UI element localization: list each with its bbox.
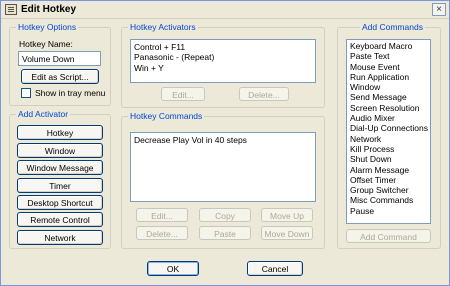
close-button[interactable]: × — [432, 3, 446, 16]
command-move-up-button[interactable]: Move Up — [261, 208, 313, 222]
hotkey-options-legend: Hotkey Options — [18, 22, 77, 32]
edit-as-script-button[interactable]: Edit as Script... — [21, 69, 99, 84]
list-item[interactable]: Misc Commands — [347, 195, 430, 205]
list-item[interactable]: Screen Resolution — [347, 103, 430, 113]
activator-window-button[interactable]: Window — [17, 143, 103, 158]
add-commands-list[interactable]: Keyboard Macro Paste Text Mouse Event Ru… — [346, 39, 431, 224]
commands-list[interactable]: Decrease Play Vol in 40 steps — [130, 132, 316, 202]
hotkey-app-icon — [5, 4, 17, 15]
command-copy-button[interactable]: Copy — [199, 208, 251, 222]
add-activator-legend: Add Activator — [18, 109, 69, 119]
list-item[interactable]: Dial-Up Connections — [347, 123, 430, 133]
add-command-button[interactable]: Add Command — [346, 229, 431, 243]
list-item[interactable]: Mouse Event — [347, 62, 430, 72]
list-item[interactable]: Keyboard Macro — [347, 41, 430, 51]
close-icon: × — [436, 4, 442, 15]
title-bar[interactable]: Edit Hotkey × — [1, 1, 449, 19]
list-item[interactable]: Group Switcher — [347, 185, 430, 195]
hotkey-commands-legend: Hotkey Commands — [130, 111, 203, 121]
show-in-tray-label: Show in tray menu — [35, 88, 106, 98]
show-in-tray-checkbox[interactable] — [21, 88, 31, 98]
list-item[interactable]: Run Application — [347, 72, 430, 82]
list-item[interactable]: Pause — [347, 206, 430, 216]
list-item[interactable]: Window — [347, 82, 430, 92]
ok-button[interactable]: OK — [147, 261, 199, 276]
activator-delete-button[interactable]: Delete... — [239, 87, 289, 101]
cancel-button[interactable]: Cancel — [247, 261, 303, 276]
window-title: Edit Hotkey — [21, 4, 77, 15]
activators-list[interactable]: Control + F11 Panasonic - (Repeat) Win +… — [130, 39, 316, 83]
list-item[interactable]: Alarm Message — [347, 165, 430, 175]
command-paste-button[interactable]: Paste — [199, 226, 251, 240]
edit-hotkey-dialog: Edit Hotkey × Hotkey Options Hotkey Name… — [0, 0, 450, 286]
activator-edit-button[interactable]: Edit... — [161, 87, 205, 101]
activator-network-button[interactable]: Network — [17, 230, 103, 245]
list-item[interactable]: Send Message — [347, 92, 430, 102]
activator-timer-button[interactable]: Timer — [17, 178, 103, 193]
list-item[interactable]: Control + F11 — [131, 42, 315, 52]
list-item[interactable]: Shut Down — [347, 154, 430, 164]
command-edit-button[interactable]: Edit... — [136, 208, 188, 222]
list-item[interactable]: Win + Y — [131, 63, 315, 73]
activator-hotkey-button[interactable]: Hotkey — [17, 125, 103, 140]
add-commands-legend: Add Commands — [362, 22, 423, 32]
list-item[interactable]: Kill Process — [347, 144, 430, 154]
command-delete-button[interactable]: Delete... — [136, 226, 188, 240]
list-item[interactable]: Paste Text — [347, 51, 430, 61]
activator-remote-control-button[interactable]: Remote Control — [17, 212, 103, 227]
hotkey-name-label: Hotkey Name: — [19, 39, 73, 49]
list-item[interactable]: Network — [347, 134, 430, 144]
list-item[interactable]: Decrease Play Vol in 40 steps — [131, 135, 315, 145]
command-move-down-button[interactable]: Move Down — [261, 226, 313, 240]
hotkey-activators-legend: Hotkey Activators — [130, 22, 196, 32]
list-item[interactable]: Offset Timer — [347, 175, 430, 185]
list-item[interactable]: Audio Mixer — [347, 113, 430, 123]
activator-desktop-shortcut-button[interactable]: Desktop Shortcut — [17, 195, 103, 210]
hotkey-name-input[interactable]: Volume Down — [18, 51, 101, 66]
list-item[interactable]: Panasonic - (Repeat) — [131, 52, 315, 62]
activator-window-message-button[interactable]: Window Message — [17, 160, 103, 175]
